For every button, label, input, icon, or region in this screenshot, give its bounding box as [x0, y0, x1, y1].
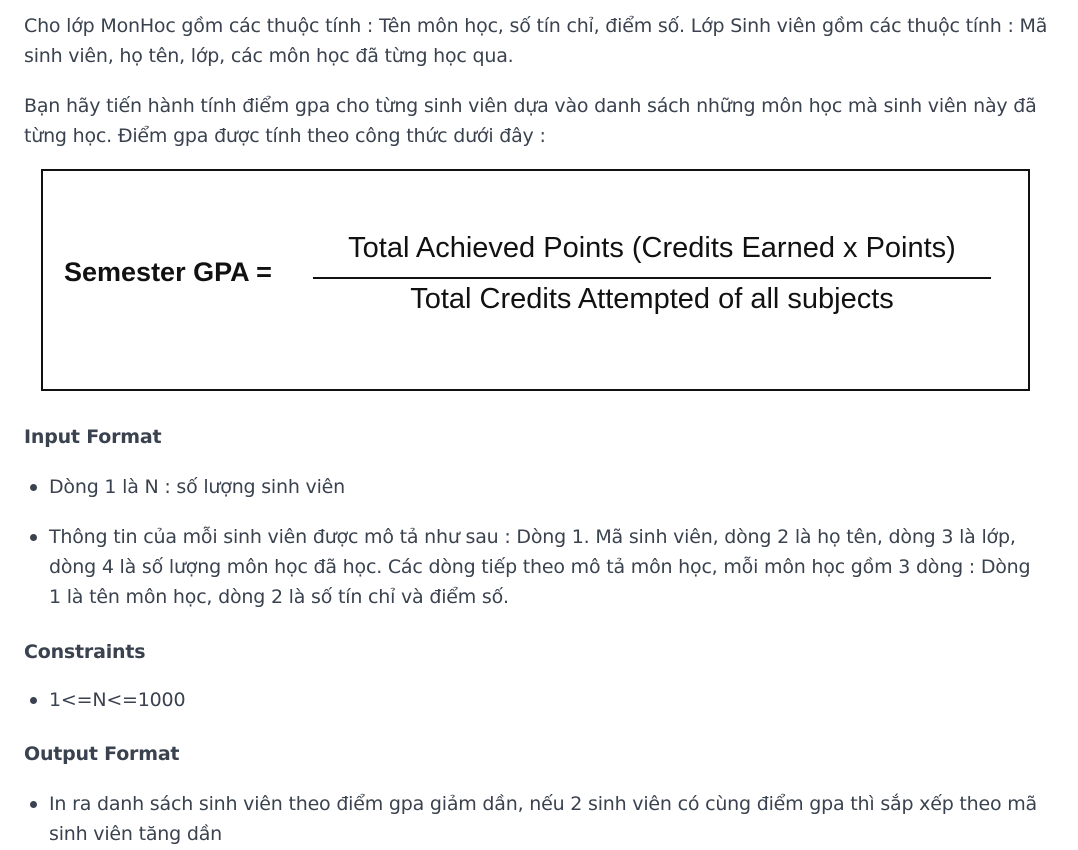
constraints-heading: Constraints: [24, 641, 146, 663]
bullet-icon: [30, 697, 37, 704]
list-item: In ra danh sách sinh viên theo điểm gpa …: [24, 789, 1044, 849]
gpa-formula-image: Semester GPA = Total Achieved Points (Cr…: [41, 169, 1030, 391]
constraints-list: 1<=N<=1000: [24, 685, 1044, 715]
formula-lhs: Semester GPA =: [64, 257, 272, 287]
list-item-text: Dòng 1 là N : số lượng sinh viên: [49, 476, 345, 498]
list-item: Thông tin của mỗi sinh viên được mô tả n…: [24, 522, 1044, 612]
bullet-icon: [30, 801, 37, 808]
input-format-list: Dòng 1 là N : số lượng sinh viên Thông t…: [24, 472, 1044, 612]
bullet-icon: [30, 484, 37, 491]
list-item-text: 1<=N<=1000: [49, 689, 186, 711]
output-format-list: In ra danh sách sinh viên theo điểm gpa …: [24, 789, 1044, 849]
list-item-text: In ra danh sách sinh viên theo điểm gpa …: [49, 793, 1037, 845]
bullet-icon: [30, 534, 37, 541]
intro-paragraph-1: Cho lớp MonHoc gồm các thuộc tính : Tên …: [24, 15, 1048, 67]
formula-fraction-bar: [313, 277, 991, 279]
input-format-heading: Input Format: [24, 426, 162, 448]
formula-numerator: Total Achieved Points (Credits Earned x …: [348, 232, 956, 264]
list-item: Dòng 1 là N : số lượng sinh viên: [24, 472, 1044, 502]
formula-denominator: Total Credits Attempted of all subjects: [410, 283, 894, 315]
list-item-text: Thông tin của mỗi sinh viên được mô tả n…: [49, 526, 1031, 608]
output-format-heading: Output Format: [24, 743, 180, 765]
intro-paragraph-2: Bạn hãy tiến hành tính điểm gpa cho từng…: [24, 95, 1037, 147]
list-item: 1<=N<=1000: [24, 685, 1044, 715]
